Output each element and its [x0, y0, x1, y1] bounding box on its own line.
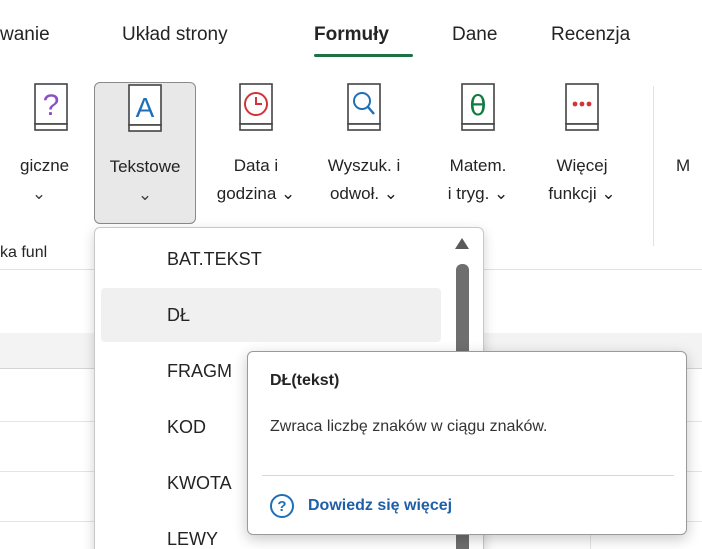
datetime-label-line1: Data i: [233, 156, 279, 175]
tooltip-divider: [262, 475, 674, 476]
lookup-label-line1: Wyszuk. i: [327, 156, 401, 175]
tab-review-partial[interactable]: wanie: [0, 24, 50, 46]
math-label-line1: Matem.: [449, 156, 507, 175]
menu-item-bat-tekst[interactable]: BAT.TEKST: [101, 232, 441, 286]
help-icon: ?: [270, 494, 294, 518]
svg-text:θ: θ: [469, 89, 486, 122]
datetime-label-line2: godzina ⌄: [216, 184, 296, 203]
next-group-button-partial[interactable]: M: [676, 156, 690, 176]
tooltip-title: DŁ(tekst): [270, 372, 340, 389]
active-tab-indicator: [314, 54, 413, 57]
svg-text:?: ?: [43, 89, 60, 122]
logical-icon: ?: [34, 83, 68, 131]
learn-more-label: Dowiedz się więcej: [308, 497, 453, 514]
text-functions-button[interactable]: A Tekstowe ⌄: [94, 82, 196, 224]
more-functions-label-line1: Więcej: [556, 156, 608, 175]
logical-label: giczne: [20, 156, 70, 175]
ribbon-group-divider: [653, 86, 654, 246]
text-icon: A: [128, 84, 162, 132]
learn-more-link[interactable]: ? Dowiedz się więcej: [270, 491, 452, 521]
chevron-down-icon: ⌄: [31, 184, 47, 203]
more-functions-label-line2: funkcji ⌄: [548, 184, 616, 203]
tab-page-layout[interactable]: Układ strony: [122, 24, 228, 46]
more-functions-button[interactable]: Więcej funkcji ⌄: [530, 82, 634, 224]
scroll-up-arrow-icon[interactable]: [455, 238, 469, 249]
datetime-functions-button[interactable]: Data i godzina ⌄: [206, 82, 306, 224]
math-functions-button[interactable]: θ Matem. i tryg. ⌄: [432, 82, 524, 224]
lookup-functions-button[interactable]: Wyszuk. i odwoł. ⌄: [310, 82, 418, 224]
tab-data[interactable]: Dane: [452, 24, 497, 46]
chevron-down-icon: ⌄: [137, 185, 153, 204]
lookup-label-line2: odwoł. ⌄: [329, 184, 399, 203]
math-label-line2: i tryg. ⌄: [447, 184, 509, 203]
clock-icon: [239, 83, 273, 131]
theta-icon: θ: [461, 83, 495, 131]
ribbon-group-label: ka funl: [0, 244, 48, 261]
tooltip-description: Zwraca liczbę znaków w ciągu znaków.: [270, 418, 548, 435]
text-label: Tekstowe: [109, 157, 181, 176]
menu-item-dl[interactable]: DŁ: [101, 288, 441, 342]
function-tooltip: DŁ(tekst) Zwraca liczbę znaków w ciągu z…: [247, 351, 687, 535]
logical-functions-button[interactable]: ? giczne ⌄: [14, 82, 88, 224]
ribbon-tab-bar: wanie Układ strony Formuły Dane Recenzja: [0, 0, 702, 62]
svg-text:A: A: [136, 92, 155, 123]
more-functions-icon: [565, 83, 599, 131]
tab-formulas[interactable]: Formuły: [314, 24, 389, 46]
tab-review[interactable]: Recenzja: [551, 24, 630, 46]
magnifier-icon: [347, 83, 381, 131]
